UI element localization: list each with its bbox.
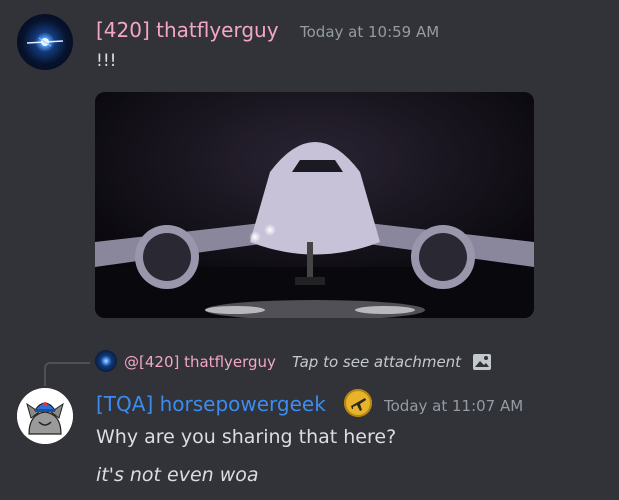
message-text-line-1: Why are you sharing that here? xyxy=(96,426,397,448)
reply-preview-text[interactable]: Tap to see attachment xyxy=(292,353,461,371)
reply-connector-line xyxy=(44,362,90,386)
user-avatar-thatflyerguy[interactable] xyxy=(17,14,73,70)
airplane-night-avatar-icon xyxy=(26,37,64,47)
reply-author[interactable]: @[420] thatflyerguy xyxy=(124,353,276,371)
user-avatar-horsepowergeek[interactable] xyxy=(17,388,73,444)
reply-avatar-thatflyerguy xyxy=(95,350,117,372)
author-name[interactable]: [420] thatflyerguy xyxy=(96,18,279,42)
timestamp: Today at 10:59 AM xyxy=(300,23,440,41)
image-icon xyxy=(473,354,491,370)
message-text: !!! xyxy=(96,51,117,71)
image-attachment[interactable] xyxy=(95,92,534,318)
airplane-night-photo xyxy=(95,92,534,318)
timestamp: Today at 11:07 AM xyxy=(384,397,524,415)
message-text-line-2: it's not even woa xyxy=(96,464,259,486)
author-name[interactable]: [TQA] horsepowergeek xyxy=(96,392,326,416)
cat-cap-avatar-icon xyxy=(17,388,73,444)
airplane-badge-icon[interactable] xyxy=(344,389,372,417)
